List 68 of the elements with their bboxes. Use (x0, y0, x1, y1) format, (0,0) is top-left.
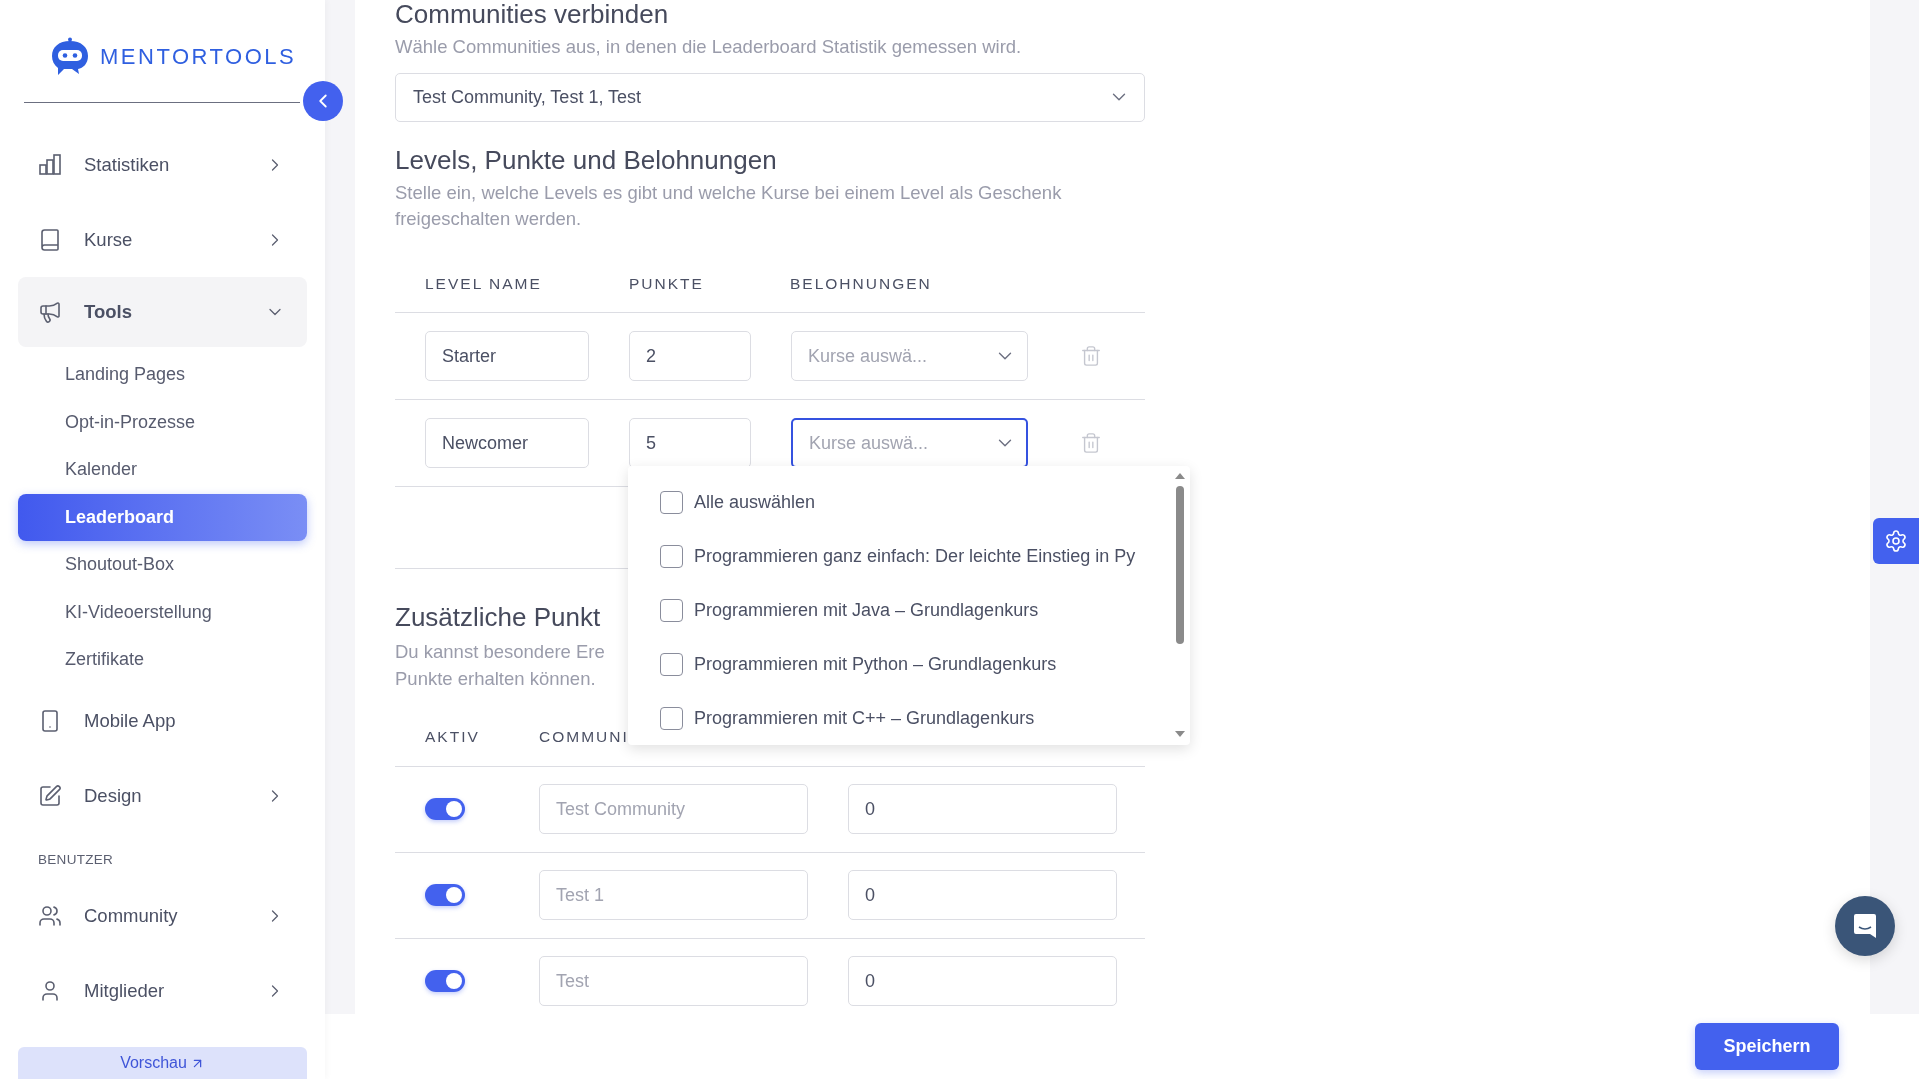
section-title: Zusätzliche Punkt (395, 603, 602, 634)
nav-item[interactable]: Mitglieder (18, 953, 307, 1029)
checkbox[interactable] (660, 706, 683, 730)
nav-item[interactable]: Statistiken (18, 127, 307, 202)
communities-select[interactable]: Test Community, Test 1, Test (395, 72, 1145, 122)
nav-subitem[interactable]: Zertifikate (18, 636, 307, 684)
active-toggle[interactable] (425, 798, 465, 821)
section-description: Stelle ein, welche Levels es gibt und welche Kurse bei einem Level als Geschenk freigeschalten werden. (395, 180, 1063, 232)
column-header: PUNKTE (629, 274, 705, 293)
column-header: AKTIV (425, 728, 481, 747)
option-label: Programmieren mit Python – Grundlagenkurs (694, 653, 1057, 675)
pencil-icon (38, 784, 62, 808)
active-toggle[interactable] (425, 884, 465, 907)
checkbox[interactable] (660, 545, 683, 569)
checkbox[interactable] (660, 652, 683, 676)
bar-chart-icon (38, 152, 62, 177)
chat-bubble-icon (1852, 912, 1878, 940)
preview-button[interactable]: Vorschau (18, 1047, 307, 1079)
course-option[interactable]: Programmieren ganz einfach: Der leichte Einstieg in Py (660, 529, 1190, 584)
settings-button[interactable] (1873, 518, 1919, 564)
nav-item[interactable]: Community (18, 878, 307, 954)
option-label: Programmieren mit C++ – Grundlagenkurs (694, 707, 1035, 729)
active-toggle[interactable] (425, 970, 465, 993)
level-name-field[interactable]: Starter (425, 331, 589, 382)
robot-logo-icon (50, 37, 90, 77)
nav-subitem[interactable]: Leaderboard (18, 493, 307, 541)
nav-item[interactable]: Mobile App (18, 683, 307, 759)
section-label: BENUTZER (37, 850, 115, 869)
book-icon (38, 227, 62, 252)
course-option[interactable]: Programmieren mit Python – Grundlagenkurs (660, 637, 1190, 692)
course-option[interactable]: Alle auswählen (660, 476, 1190, 530)
course-option[interactable]: Programmieren mit C++ – Grundlagenkurs (660, 691, 1190, 745)
nav-item[interactable]: Tools (18, 277, 307, 347)
points-field[interactable]: 5 (629, 418, 751, 469)
section-description: Punkte erhalten können. (395, 666, 596, 691)
points-field[interactable]: 0 (848, 784, 1117, 835)
nav-subitem[interactable]: Kalender (18, 446, 307, 494)
nav-subitem[interactable]: KI-Videoerstellung (18, 588, 307, 636)
option-label: Programmieren ganz einfach: Der leichte Einstieg in Py (694, 546, 1136, 568)
section-description: Wähle Communities aus, in denen die Leaderboard Statistik gemessen wird. (395, 34, 1023, 59)
gear-icon (1884, 529, 1908, 553)
users-icon (38, 904, 62, 928)
course-option[interactable]: Programmieren mit Java – Grundlagenkurs (660, 583, 1190, 638)
save-button[interactable]: Speichern (1695, 1023, 1839, 1070)
option-label: Programmieren mit Java – Grundlagenkurs (694, 600, 1039, 621)
nav-subitem[interactable]: Shoutout-Box (18, 541, 307, 589)
level-name-field[interactable]: Newcomer (425, 418, 589, 469)
brand-name: MENTORTOOLS (100, 44, 297, 70)
collapse-sidebar-button[interactable] (303, 81, 343, 121)
section-title: Levels, Punkte und Belohnungen (395, 145, 778, 176)
column-header: COMMUNI (539, 728, 629, 747)
rewards-select[interactable]: Kurse auswä... (791, 418, 1028, 469)
nav-subitem[interactable]: Landing Pages (18, 351, 307, 399)
points-field[interactable]: 2 (629, 331, 751, 382)
checkbox[interactable] (660, 491, 683, 515)
megaphone-icon (38, 300, 62, 324)
nav-item[interactable]: Design (18, 758, 307, 834)
nav-item[interactable]: Kurse (18, 202, 307, 277)
points-field[interactable]: 0 (848, 956, 1117, 1007)
points-field[interactable]: 0 (848, 870, 1117, 921)
nav-subitem[interactable]: Opt-in-Prozesse (18, 398, 307, 446)
column-header: BELOHNUNGEN (790, 274, 933, 293)
section-title: Communities verbinden (395, 0, 670, 30)
option-label: Alle auswählen (694, 492, 816, 514)
column-header: LEVEL NAME (425, 274, 543, 293)
checkbox[interactable] (660, 599, 683, 622)
scrollbar[interactable] (1174, 472, 1186, 738)
section-description: Du kannst besondere Ere (395, 640, 605, 665)
